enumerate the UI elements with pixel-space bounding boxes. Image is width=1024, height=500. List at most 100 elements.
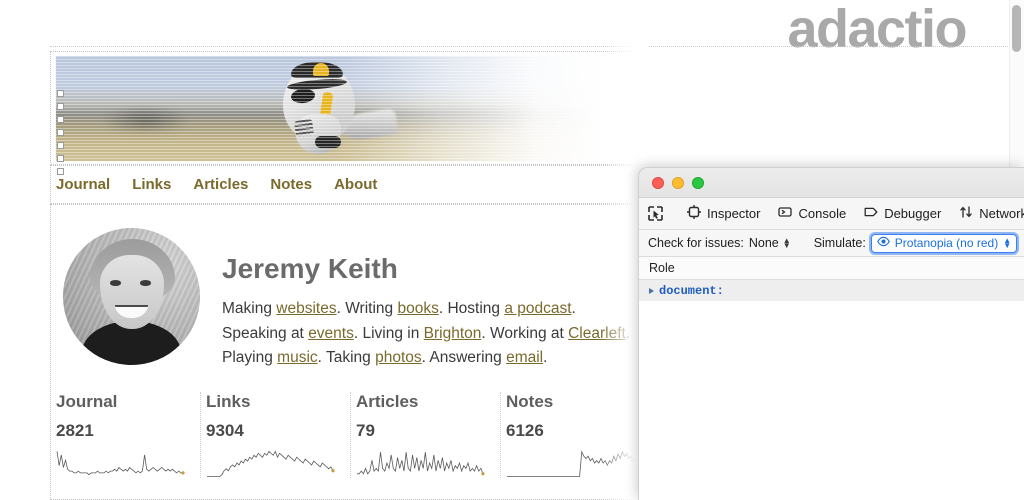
bio-text-part: . Living in [354, 325, 424, 342]
scrollbar-thumb[interactable] [1012, 5, 1021, 52]
stat-title: Journal [56, 392, 188, 412]
bio-link[interactable]: photos [375, 349, 422, 366]
list-bullet [57, 129, 64, 136]
bio-link[interactable]: events [308, 325, 354, 342]
simulate-value: Protanopia (no red) [895, 236, 998, 250]
tab-network[interactable]: Network [950, 201, 1024, 227]
nav-item-about[interactable]: About [334, 176, 377, 193]
node-picker-icon[interactable] [647, 202, 664, 226]
avatar [63, 228, 200, 365]
tab-label: Debugger [884, 206, 941, 221]
stat-card-links[interactable]: Links 9304 [201, 392, 351, 478]
tree-column-header: Role [639, 257, 1024, 280]
tab-label: Network [979, 206, 1024, 221]
bio-link[interactable]: books [397, 300, 438, 317]
stepper-arrows-icon: ▲▼ [783, 238, 791, 248]
bio-text-part: . [543, 349, 547, 366]
inspector-target-icon [687, 205, 701, 222]
check-for-issues-value: None [749, 236, 779, 250]
list-bullet [57, 90, 64, 97]
avatar-eye-right [140, 280, 151, 285]
bio-line: Speaking at events. Living in Brighton. … [222, 322, 642, 347]
devtools-titlebar [639, 168, 1024, 198]
stat-value: 9304 [206, 421, 338, 441]
nav-item-articles[interactable]: Articles [193, 176, 248, 193]
stat-card-notes[interactable]: Notes 6126 [501, 392, 651, 478]
close-icon[interactable] [652, 177, 664, 189]
list-bullet [57, 155, 64, 162]
devtools-tabbar: Inspector Console Debugger [639, 198, 1024, 230]
banner-bullet-markers [57, 90, 66, 181]
check-for-issues-label: Check for issues: [648, 236, 744, 250]
bio-text-part: . Working at [481, 325, 568, 342]
bio-link[interactable]: Clearleft [568, 325, 626, 342]
zoom-icon[interactable] [692, 177, 704, 189]
tab-inspector[interactable]: Inspector [678, 201, 769, 227]
bio-text-part: . Answering [422, 349, 506, 366]
bio-link[interactable]: music [277, 349, 317, 366]
bio-link[interactable]: a podcast [504, 300, 571, 317]
bio-link[interactable]: email [506, 349, 543, 366]
stats-row: Journal 2821 Links 9304 Articles 79 Note… [51, 392, 651, 478]
devtools-window: Inspector Console Debugger [638, 167, 1024, 500]
minimize-icon[interactable] [672, 177, 684, 189]
sparkline-articles [356, 448, 486, 478]
bio-text-part: Making [222, 300, 276, 317]
screenshot-root: adactio [0, 0, 1024, 500]
bio-text-part: . Writing [337, 300, 398, 317]
eye-icon [877, 236, 890, 250]
tab-debugger[interactable]: Debugger [855, 201, 950, 227]
bio-text: Making websites. Writing books. Hosting … [222, 297, 642, 371]
bio-text-part: Speaking at [222, 325, 308, 342]
stat-value: 79 [356, 421, 488, 441]
network-arrows-icon [959, 205, 973, 222]
bio-text-part: Playing [222, 349, 277, 366]
check-for-issues-select[interactable]: None ▲▼ [749, 236, 791, 250]
bio-line: Playing music. Taking photos. Answering … [222, 346, 642, 371]
nav-item-notes[interactable]: Notes [270, 176, 312, 193]
accessibility-toolbar: Check for issues: None ▲▼ Simulate: Prot… [639, 230, 1024, 257]
bio-text-part: . [572, 300, 576, 317]
stat-card-articles[interactable]: Articles 79 [351, 392, 501, 478]
stat-value: 2821 [56, 421, 188, 441]
window-controls [652, 177, 704, 189]
list-bullet [57, 142, 64, 149]
simulate-label: Simulate: [814, 236, 866, 250]
bio-link[interactable]: Brighton [424, 325, 482, 342]
tab-console[interactable]: Console [769, 201, 855, 227]
nav-item-journal[interactable]: Journal [56, 176, 110, 193]
site-navigation: Journal Links Articles Notes About [56, 176, 377, 193]
bio-line: Making websites. Writing books. Hosting … [222, 297, 642, 322]
stat-title: Links [206, 392, 338, 412]
chevron-right-icon[interactable] [649, 288, 654, 294]
list-bullet [57, 116, 64, 123]
bio-text-part: . [626, 325, 630, 342]
accessibility-tree-body [639, 301, 1024, 500]
banner-white-fade [51, 52, 641, 164]
stat-title: Articles [356, 392, 488, 412]
tab-label: Inspector [707, 206, 760, 221]
avatar-eye-left [110, 280, 121, 285]
banner-image [51, 52, 641, 164]
console-prompt-icon [778, 205, 792, 222]
bio-text-part: . Taking [318, 349, 375, 366]
column-header-role: Role [649, 261, 675, 275]
site-logo[interactable]: adactio [787, 2, 966, 56]
page-title: Jeremy Keith [222, 253, 398, 285]
stat-card-journal[interactable]: Journal 2821 [51, 392, 201, 478]
bio-link[interactable]: websites [276, 300, 336, 317]
sparkline-journal [56, 448, 186, 478]
list-bullet [57, 103, 64, 110]
simulate-select[interactable]: Protanopia (no red) ▲▼ [871, 234, 1017, 253]
header-divider [50, 46, 1012, 47]
tree-row-label: document: [659, 284, 724, 298]
tree-row-document[interactable]: document: [639, 280, 1024, 301]
stat-value: 6126 [506, 421, 638, 441]
list-bullet [57, 168, 64, 175]
nav-item-links[interactable]: Links [132, 176, 171, 193]
sparkline-links [206, 448, 336, 478]
stat-title: Notes [506, 392, 638, 412]
stepper-arrows-icon: ▲▼ [1003, 238, 1011, 248]
bio-text-part: . Hosting [439, 300, 504, 317]
tab-label: Console [798, 206, 846, 221]
